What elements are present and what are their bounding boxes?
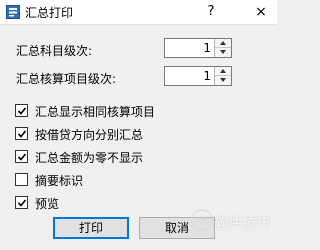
checkmark-icon — [17, 130, 27, 138]
arrow-up-icon — [220, 69, 226, 73]
option-checkbox[interactable] — [15, 173, 28, 186]
arrow-down-icon — [220, 50, 226, 54]
subject-level-label: 汇总科目级次: — [16, 44, 93, 58]
subject-level-increment-button[interactable] — [215, 39, 231, 48]
option-label: 摘要标识 — [35, 174, 84, 188]
help-button[interactable]: ? — [202, 3, 220, 21]
option-checkbox[interactable] — [15, 127, 28, 140]
accounting-item-level-value[interactable]: 1 — [203, 69, 211, 83]
accounting-item-level-label: 汇总核算项目级次: — [16, 72, 117, 86]
accounting-item-level-stepper[interactable]: 1 — [164, 66, 232, 86]
option-checkbox[interactable] — [15, 196, 28, 209]
subject-level-stepper[interactable]: 1 — [164, 38, 232, 58]
subject-level-value[interactable]: 1 — [203, 41, 211, 55]
accounting-item-level-increment-button[interactable] — [215, 67, 231, 76]
close-button[interactable]: × — [252, 3, 270, 21]
watermark-text: 软件技巧 — [214, 216, 270, 232]
watermark: 软件技巧 — [190, 206, 277, 236]
arrow-up-icon — [220, 41, 226, 45]
print-button[interactable]: 打印 — [53, 217, 129, 239]
title-bar: 汇总打印 ? × — [0, 0, 277, 25]
option-checkbox[interactable] — [15, 150, 28, 163]
option-checkbox[interactable] — [15, 104, 28, 117]
accounting-item-level-spin-buttons — [214, 67, 231, 85]
option-label: 预览 — [35, 197, 60, 211]
arrow-down-icon — [220, 78, 226, 82]
subject-level-decrement-button[interactable] — [215, 48, 231, 57]
option-label: 按借贷方向分别汇总 — [35, 128, 144, 142]
window-title: 汇总打印 — [25, 6, 74, 20]
watermark-logo-icon — [191, 209, 213, 231]
checkmark-icon — [17, 153, 27, 161]
option-label: 汇总显示相同核算项目 — [35, 105, 156, 119]
app-icon — [6, 5, 20, 19]
option-label: 汇总金额为零不显示 — [35, 151, 144, 165]
accounting-item-level-decrement-button[interactable] — [215, 76, 231, 85]
checkmark-icon — [17, 199, 27, 207]
subject-level-spin-buttons — [214, 39, 231, 57]
checkmark-icon — [17, 107, 27, 115]
